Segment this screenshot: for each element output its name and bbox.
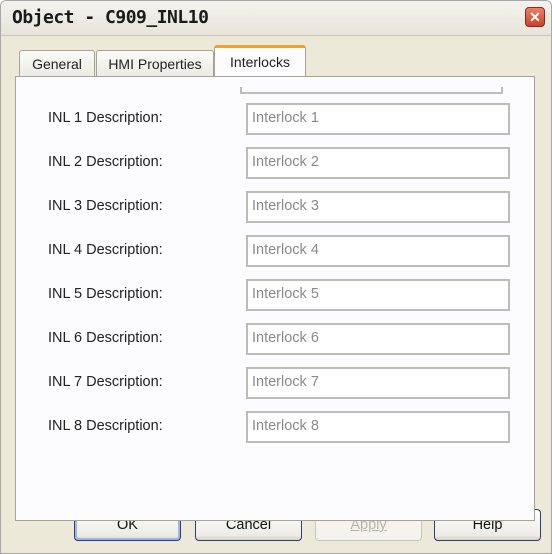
inl2-description-field[interactable]: Interlock 2 xyxy=(246,147,510,179)
partially-hidden-field xyxy=(240,87,503,94)
inl8-description-field[interactable]: Interlock 8 xyxy=(246,411,510,443)
inl6-description-label: INL 6 Description: xyxy=(48,330,163,346)
close-icon[interactable]: ✕ xyxy=(525,7,545,27)
inl1-description-field[interactable]: Interlock 1 xyxy=(246,103,510,135)
title-bar[interactable]: Object - C909_INL10 ✕ xyxy=(1,1,551,36)
inl2-description-label: INL 2 Description: xyxy=(48,154,163,170)
object-dialog: Object - C909_INL10 ✕ General HMI Proper… xyxy=(0,0,552,554)
inl4-description-field[interactable]: Interlock 4 xyxy=(246,235,510,267)
inl8-description-label: INL 8 Description: xyxy=(48,418,163,434)
tab-interlocks[interactable]: Interlocks xyxy=(214,45,306,76)
tab-interlocks-label: Interlocks xyxy=(230,54,290,70)
tab-general[interactable]: General xyxy=(19,50,95,76)
inl5-description-field[interactable]: Interlock 5 xyxy=(246,279,510,311)
inl3-description-field[interactable]: Interlock 3 xyxy=(246,191,510,223)
tab-general-label: General xyxy=(32,55,82,72)
tab-hmi-properties[interactable]: HMI Properties xyxy=(96,50,214,76)
window-title: Object - C909_INL10 xyxy=(12,7,209,28)
inl4-description-label: INL 4 Description: xyxy=(48,242,163,258)
inl7-description-field[interactable]: Interlock 7 xyxy=(246,367,510,399)
inl6-description-field[interactable]: Interlock 6 xyxy=(246,323,510,355)
inl1-description-label: INL 1 Description: xyxy=(48,110,163,126)
inl5-description-label: INL 5 Description: xyxy=(48,286,163,302)
inl3-description-label: INL 3 Description: xyxy=(48,198,163,214)
interlocks-panel: INL 1 Description: Interlock 1 INL 2 Des… xyxy=(15,76,535,521)
inl7-description-label: INL 7 Description: xyxy=(48,374,163,390)
tab-hmi-properties-label: HMI Properties xyxy=(108,55,202,72)
